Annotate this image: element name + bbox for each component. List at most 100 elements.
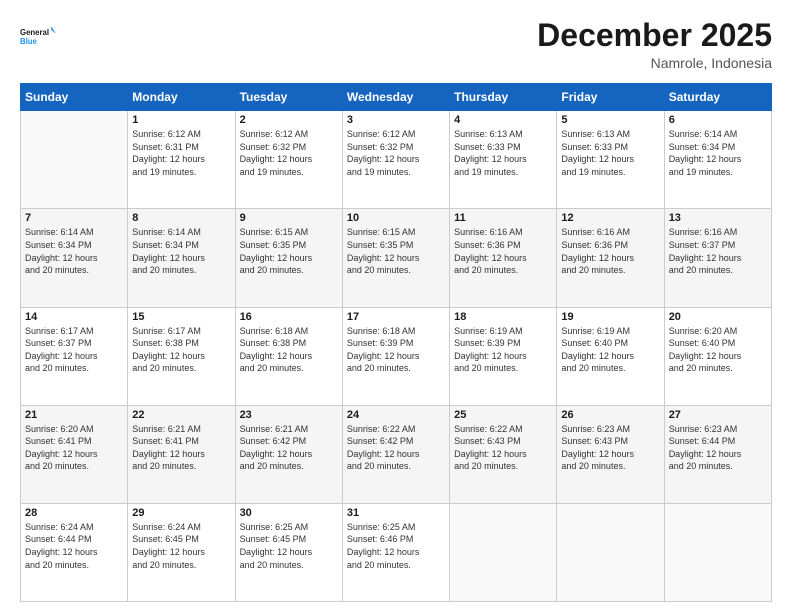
day-number: 4	[454, 114, 552, 126]
header: General Blue December 2025 Namrole, Indo…	[20, 18, 772, 71]
table-row: 10Sunrise: 6:15 AMSunset: 6:35 PMDayligh…	[342, 209, 449, 307]
calendar-week-row: 14 Sunrise: 6:17 AMSunset: 6:37 PMDayligh…	[21, 307, 772, 405]
table-row: 13Sunrise: 6:16 AMSunset: 6:37 PMDayligh…	[664, 209, 771, 307]
table-row: 25Sunrise: 6:22 AMSunset: 6:43 PMDayligh…	[450, 405, 557, 503]
table-row: 21Sunrise: 6:20 AMSunset: 6:41 PMDayligh…	[21, 405, 128, 503]
day-number: 2	[240, 114, 338, 126]
day-info: Sunrise: 6:16 AMSunset: 6:36 PMDaylight:…	[454, 226, 552, 276]
day-number: 27	[669, 409, 767, 421]
day-number: 9	[240, 212, 338, 224]
day-info: Sunrise: 6:14 AMSunset: 6:34 PMDaylight:…	[669, 128, 767, 178]
day-number: 14	[25, 311, 123, 323]
day-info: Sunrise: 6:21 AMSunset: 6:42 PMDaylight:…	[240, 423, 338, 473]
table-row: 12 Sunrise: 6:16 AMSunset: 6:36 PMDayligh…	[557, 209, 664, 307]
col-friday: Friday	[557, 84, 664, 111]
day-info: Sunrise: 6:17 AMSunset: 6:37 PMDaylight:…	[25, 325, 123, 375]
table-row: 3 Sunrise: 6:12 AMSunset: 6:32 PMDaylight…	[342, 111, 449, 209]
calendar-week-row: 1Sunrise: 6:12 AMSunset: 6:31 PMDaylight…	[21, 111, 772, 209]
day-number: 10	[347, 212, 445, 224]
table-row: 11 Sunrise: 6:16 AMSunset: 6:36 PMDayligh…	[450, 209, 557, 307]
day-number: 3	[347, 114, 445, 126]
day-info: Sunrise: 6:12 AMSunset: 6:32 PMDaylight:…	[240, 128, 338, 178]
day-info: Sunrise: 6:13 AMSunset: 6:33 PMDaylight:…	[561, 128, 659, 178]
table-row: 17 Sunrise: 6:18 AMSunset: 6:39 PMDayligh…	[342, 307, 449, 405]
day-info: Sunrise: 6:15 AMSunset: 6:35 PMDaylight:…	[240, 226, 338, 276]
table-row: 18 Sunrise: 6:19 AMSunset: 6:39 PMDayligh…	[450, 307, 557, 405]
title-section: December 2025 Namrole, Indonesia	[537, 18, 772, 71]
table-row	[557, 503, 664, 601]
day-info: Sunrise: 6:14 AMSunset: 6:34 PMDaylight:…	[132, 226, 230, 276]
table-row	[21, 111, 128, 209]
day-number: 24	[347, 409, 445, 421]
day-number: 31	[347, 507, 445, 519]
day-info: Sunrise: 6:13 AMSunset: 6:33 PMDaylight:…	[454, 128, 552, 178]
day-number: 19	[561, 311, 659, 323]
table-row: 7Sunrise: 6:14 AMSunset: 6:34 PMDaylight…	[21, 209, 128, 307]
day-info: Sunrise: 6:21 AMSunset: 6:41 PMDaylight:…	[132, 423, 230, 473]
table-row: 29 Sunrise: 6:24 AMSunset: 6:45 PMDayligh…	[128, 503, 235, 601]
main-title: December 2025	[537, 18, 772, 53]
svg-text:General: General	[20, 28, 49, 37]
table-row: 19 Sunrise: 6:19 AMSunset: 6:40 PMDayligh…	[557, 307, 664, 405]
day-info: Sunrise: 6:24 AMSunset: 6:45 PMDaylight:…	[132, 521, 230, 571]
table-row	[450, 503, 557, 601]
day-number: 11	[454, 212, 552, 224]
table-row: 31 Sunrise: 6:25 AMSunset: 6:46 PMDayligh…	[342, 503, 449, 601]
day-number: 18	[454, 311, 552, 323]
day-number: 5	[561, 114, 659, 126]
page: General Blue December 2025 Namrole, Indo…	[0, 0, 792, 612]
day-number: 16	[240, 311, 338, 323]
table-row: 20 Sunrise: 6:20 AMSunset: 6:40 PMDayligh…	[664, 307, 771, 405]
day-info: Sunrise: 6:14 AMSunset: 6:34 PMDaylight:…	[25, 226, 123, 276]
day-info: Sunrise: 6:18 AMSunset: 6:39 PMDaylight:…	[347, 325, 445, 375]
table-row	[664, 503, 771, 601]
day-info: Sunrise: 6:12 AMSunset: 6:32 PMDaylight:…	[347, 128, 445, 178]
day-number: 21	[25, 409, 123, 421]
day-number: 8	[132, 212, 230, 224]
table-row: 2 Sunrise: 6:12 AMSunset: 6:32 PMDaylight…	[235, 111, 342, 209]
table-row: 22 Sunrise: 6:21 AMSunset: 6:41 PMDayligh…	[128, 405, 235, 503]
day-info: Sunrise: 6:19 AMSunset: 6:40 PMDaylight:…	[561, 325, 659, 375]
day-number: 26	[561, 409, 659, 421]
table-row: 9 Sunrise: 6:15 AMSunset: 6:35 PMDaylight…	[235, 209, 342, 307]
table-row: 6Sunrise: 6:14 AMSunset: 6:34 PMDaylight…	[664, 111, 771, 209]
table-row: 27Sunrise: 6:23 AMSunset: 6:44 PMDayligh…	[664, 405, 771, 503]
day-info: Sunrise: 6:16 AMSunset: 6:36 PMDaylight:…	[561, 226, 659, 276]
day-info: Sunrise: 6:25 AMSunset: 6:46 PMDaylight:…	[347, 521, 445, 571]
day-number: 25	[454, 409, 552, 421]
day-number: 12	[561, 212, 659, 224]
col-sunday: Sunday	[21, 84, 128, 111]
logo-icon: General Blue	[20, 18, 56, 54]
col-tuesday: Tuesday	[235, 84, 342, 111]
table-row: 4 Sunrise: 6:13 AMSunset: 6:33 PMDaylight…	[450, 111, 557, 209]
day-info: Sunrise: 6:20 AMSunset: 6:40 PMDaylight:…	[669, 325, 767, 375]
col-thursday: Thursday	[450, 84, 557, 111]
day-number: 20	[669, 311, 767, 323]
day-info: Sunrise: 6:19 AMSunset: 6:39 PMDaylight:…	[454, 325, 552, 375]
day-number: 29	[132, 507, 230, 519]
table-row: 14 Sunrise: 6:17 AMSunset: 6:37 PMDayligh…	[21, 307, 128, 405]
day-number: 23	[240, 409, 338, 421]
day-number: 30	[240, 507, 338, 519]
table-row: 16 Sunrise: 6:18 AMSunset: 6:38 PMDayligh…	[235, 307, 342, 405]
table-row: 15Sunrise: 6:17 AMSunset: 6:38 PMDayligh…	[128, 307, 235, 405]
table-row: 23 Sunrise: 6:21 AMSunset: 6:42 PMDayligh…	[235, 405, 342, 503]
calendar-week-row: 21Sunrise: 6:20 AMSunset: 6:41 PMDayligh…	[21, 405, 772, 503]
calendar-week-row: 7Sunrise: 6:14 AMSunset: 6:34 PMDaylight…	[21, 209, 772, 307]
table-row: 30Sunrise: 6:25 AMSunset: 6:45 PMDayligh…	[235, 503, 342, 601]
day-info: Sunrise: 6:24 AMSunset: 6:44 PMDaylight:…	[25, 521, 123, 571]
calendar-header-row: Sunday Monday Tuesday Wednesday Thursday…	[21, 84, 772, 111]
calendar-table: Sunday Monday Tuesday Wednesday Thursday…	[20, 83, 772, 602]
table-row: 24Sunrise: 6:22 AMSunset: 6:42 PMDayligh…	[342, 405, 449, 503]
calendar-week-row: 28Sunrise: 6:24 AMSunset: 6:44 PMDayligh…	[21, 503, 772, 601]
col-wednesday: Wednesday	[342, 84, 449, 111]
col-monday: Monday	[128, 84, 235, 111]
day-number: 17	[347, 311, 445, 323]
day-number: 1	[132, 114, 230, 126]
col-saturday: Saturday	[664, 84, 771, 111]
table-row: 8 Sunrise: 6:14 AMSunset: 6:34 PMDaylight…	[128, 209, 235, 307]
day-info: Sunrise: 6:18 AMSunset: 6:38 PMDaylight:…	[240, 325, 338, 375]
table-row: 26Sunrise: 6:23 AMSunset: 6:43 PMDayligh…	[557, 405, 664, 503]
table-row: 28Sunrise: 6:24 AMSunset: 6:44 PMDayligh…	[21, 503, 128, 601]
day-number: 22	[132, 409, 230, 421]
